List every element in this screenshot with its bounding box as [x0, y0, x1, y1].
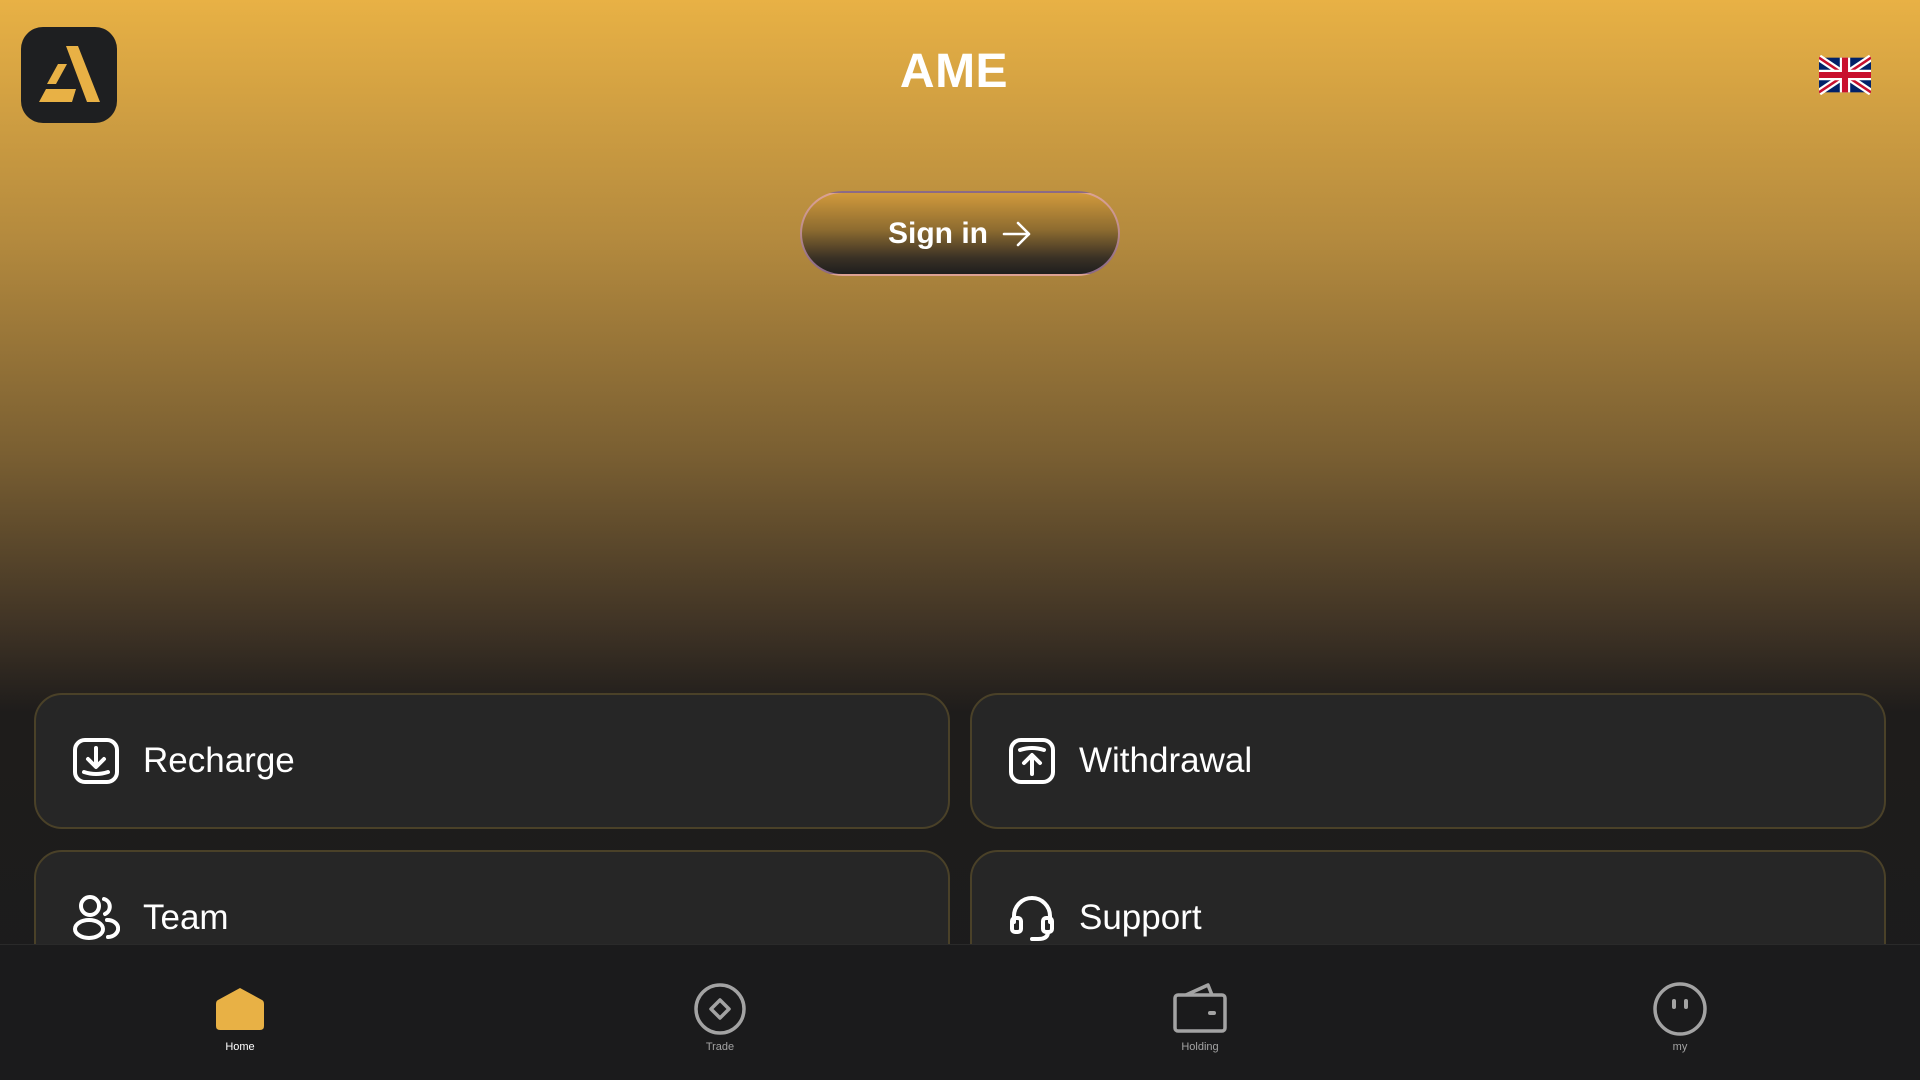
tab-trade-label: Trade: [705, 1041, 735, 1053]
withdrawal-button[interactable]: Withdrawal: [970, 693, 1886, 829]
support-label: Support: [1079, 898, 1202, 937]
wallet-icon: [1172, 981, 1228, 1037]
sign-in-label: Sign in: [888, 216, 988, 250]
app-title-text: AME: [899, 45, 1009, 98]
home-screen: AME Sign in Recharge Withdrawal Team Sup…: [0, 0, 1920, 1080]
sign-in-button[interactable]: Sign in: [800, 191, 1120, 276]
recharge-button[interactable]: Recharge: [34, 693, 950, 829]
page-title: AME: [0, 44, 1920, 99]
profile-face-icon: [1652, 981, 1708, 1037]
uk-flag-icon[interactable]: [1819, 55, 1871, 95]
users-icon: [72, 894, 120, 942]
tab-my-label: my: [1672, 1041, 1688, 1053]
arrow-right-icon: [1002, 221, 1031, 246]
tab-home[interactable]: Home: [0, 945, 480, 1080]
tab-trade[interactable]: Trade: [480, 945, 960, 1080]
recharge-label: Recharge: [143, 741, 295, 780]
team-label: Team: [143, 898, 229, 937]
tab-home-label: Home: [225, 1041, 255, 1053]
withdrawal-label: Withdrawal: [1079, 741, 1253, 780]
home-icon: [212, 981, 268, 1037]
tab-my[interactable]: my: [1440, 945, 1920, 1080]
headset-icon: [1008, 894, 1056, 942]
tab-holding[interactable]: Holding: [960, 945, 1440, 1080]
trade-icon: [692, 981, 748, 1037]
download-tray-icon: [72, 737, 120, 785]
upload-tray-icon: [1008, 737, 1056, 785]
bottom-nav: Home Trade Holding my: [0, 944, 1920, 1080]
tab-holding-label: Holding: [1181, 1041, 1219, 1053]
